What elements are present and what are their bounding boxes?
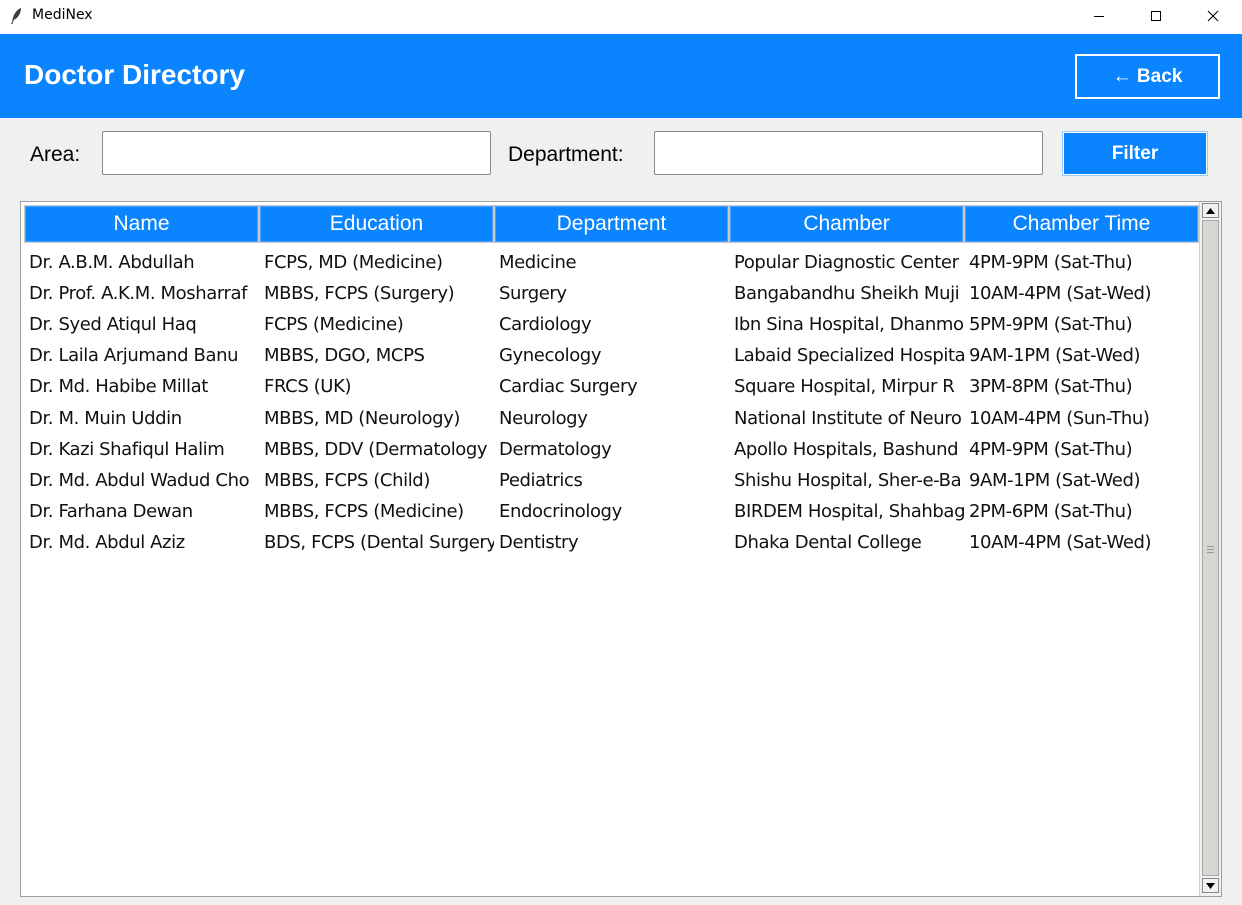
table-row[interactable]: Dr. Kazi Shafiqul Halim MBBS, DDV (Derma… bbox=[24, 434, 1199, 465]
department-label: Department: bbox=[508, 143, 624, 166]
department-input[interactable] bbox=[654, 131, 1043, 175]
table-row[interactable]: Dr. Laila Arjumand Banu MBBS, DGO, MCPS … bbox=[24, 340, 1199, 371]
minimize-button[interactable] bbox=[1070, 0, 1128, 32]
scroll-up-button[interactable] bbox=[1202, 203, 1219, 218]
cell-department: Cardiology bbox=[499, 314, 592, 336]
vertical-scrollbar[interactable] bbox=[1199, 202, 1221, 896]
column-header-chamber-time[interactable]: Chamber Time bbox=[964, 205, 1199, 243]
cell-department: Endocrinology bbox=[499, 500, 622, 522]
cell-chamber: Shishu Hospital, Sher-e-Ba bbox=[734, 469, 962, 491]
cell-chamber-time: 4PM-9PM (Sat-Thu) bbox=[969, 438, 1133, 460]
area-input[interactable] bbox=[102, 131, 491, 175]
column-header-department[interactable]: Department bbox=[494, 205, 729, 243]
column-header-name[interactable]: Name bbox=[24, 205, 259, 243]
header-bar: Doctor Directory ← Back bbox=[0, 34, 1242, 118]
cell-department: Medicine bbox=[499, 252, 577, 274]
cell-name: Dr. Laila Arjumand Banu bbox=[29, 345, 239, 367]
cell-department: Dentistry bbox=[499, 531, 579, 553]
cell-chamber-time: 10AM-4PM (Sun-Thu) bbox=[969, 407, 1150, 429]
cell-name: Dr. Syed Atiqul Haq bbox=[29, 314, 197, 336]
cell-chamber: Apollo Hospitals, Bashund bbox=[734, 438, 959, 460]
cell-name: Dr. A.B.M. Abdullah bbox=[29, 252, 195, 274]
cell-chamber-time: 9AM-1PM (Sat-Wed) bbox=[969, 345, 1141, 367]
cell-chamber-time: 10AM-4PM (Sat-Wed) bbox=[969, 283, 1152, 305]
cell-chamber-time: 2PM-6PM (Sat-Thu) bbox=[969, 500, 1133, 522]
cell-education: MBBS, FCPS (Surgery) bbox=[264, 283, 455, 305]
table-row[interactable]: Dr. Md. Habibe Millat FRCS (UK) Cardiac … bbox=[24, 371, 1199, 402]
cell-chamber-time: 9AM-1PM (Sat-Wed) bbox=[969, 469, 1141, 491]
cell-education: MBBS, FCPS (Medicine) bbox=[264, 500, 464, 522]
cell-chamber-time: 4PM-9PM (Sat-Thu) bbox=[969, 252, 1133, 274]
cell-education: MBBS, DDV (Dermatology bbox=[264, 438, 488, 460]
scrollbar-thumb[interactable] bbox=[1202, 220, 1219, 876]
cell-name: Dr. Md. Abdul Wadud Cho bbox=[29, 469, 250, 491]
cell-name: Dr. Farhana Dewan bbox=[29, 500, 193, 522]
cell-education: FCPS, MD (Medicine) bbox=[264, 252, 443, 274]
close-icon bbox=[1207, 10, 1219, 22]
cell-department: Neurology bbox=[499, 407, 588, 429]
cell-education: MBBS, FCPS (Child) bbox=[264, 469, 430, 491]
cell-chamber: Square Hospital, Mirpur R bbox=[734, 376, 955, 398]
cell-education: BDS, FCPS (Dental Surgery bbox=[264, 531, 494, 553]
cell-education: MBBS, DGO, MCPS bbox=[264, 345, 425, 367]
cell-department: Pediatrics bbox=[499, 469, 583, 491]
table-row[interactable]: Dr. Md. Abdul Aziz BDS, FCPS (Dental Sur… bbox=[24, 527, 1199, 558]
column-header-education[interactable]: Education bbox=[259, 205, 494, 243]
cell-education: FCPS (Medicine) bbox=[264, 314, 404, 336]
cell-name: Dr. Prof. A.K.M. Mosharraf bbox=[29, 283, 248, 305]
window-title: MediNex bbox=[32, 7, 93, 23]
table-header: Name Education Department Chamber Chambe… bbox=[24, 205, 1199, 243]
cell-chamber: Dhaka Dental College bbox=[734, 531, 922, 553]
cell-department: Surgery bbox=[499, 283, 567, 305]
cell-name: Dr. Md. Habibe Millat bbox=[29, 376, 208, 398]
doctor-table: Name Education Department Chamber Chambe… bbox=[20, 201, 1222, 897]
triangle-up-icon bbox=[1206, 207, 1215, 214]
table-body: Dr. A.B.M. Abdullah FCPS, MD (Medicine) … bbox=[24, 247, 1199, 558]
cell-chamber: National Institute of Neuro bbox=[734, 407, 962, 429]
cell-chamber: Bangabandhu Sheikh Muji bbox=[734, 283, 960, 305]
page-title: Doctor Directory bbox=[24, 59, 245, 90]
cell-department: Cardiac Surgery bbox=[499, 376, 638, 398]
minimize-icon bbox=[1094, 16, 1104, 17]
table-row[interactable]: Dr. M. Muin Uddin MBBS, MD (Neurology) N… bbox=[24, 402, 1199, 433]
triangle-down-icon bbox=[1206, 882, 1215, 889]
cell-chamber: Popular Diagnostic Center bbox=[734, 252, 959, 274]
cell-education: FRCS (UK) bbox=[264, 376, 352, 398]
table-row[interactable]: Dr. A.B.M. Abdullah FCPS, MD (Medicine) … bbox=[24, 247, 1199, 278]
window-titlebar: MediNex bbox=[0, 0, 1242, 34]
cell-chamber: Ibn Sina Hospital, Dhanmo bbox=[734, 314, 964, 336]
cell-name: Dr. Md. Abdul Aziz bbox=[29, 531, 185, 553]
cell-education: MBBS, MD (Neurology) bbox=[264, 407, 460, 429]
scroll-down-button[interactable] bbox=[1202, 878, 1219, 893]
feather-icon bbox=[11, 8, 21, 24]
table-row[interactable]: Dr. Farhana Dewan MBBS, FCPS (Medicine) … bbox=[24, 496, 1199, 527]
back-button[interactable]: ← Back bbox=[1075, 54, 1220, 99]
cell-department: Gynecology bbox=[499, 345, 602, 367]
column-header-chamber[interactable]: Chamber bbox=[729, 205, 964, 243]
cell-name: Dr. M. Muin Uddin bbox=[29, 407, 182, 429]
table-row[interactable]: Dr. Syed Atiqul Haq FCPS (Medicine) Card… bbox=[24, 309, 1199, 340]
cell-name: Dr. Kazi Shafiqul Halim bbox=[29, 438, 225, 460]
cell-chamber-time: 5PM-9PM (Sat-Thu) bbox=[969, 314, 1133, 336]
cell-chamber-time: 3PM-8PM (Sat-Thu) bbox=[969, 376, 1133, 398]
maximize-button[interactable] bbox=[1127, 0, 1185, 32]
table-row[interactable]: Dr. Md. Abdul Wadud Cho MBBS, FCPS (Chil… bbox=[24, 465, 1199, 496]
cell-department: Dermatology bbox=[499, 438, 612, 460]
close-button[interactable] bbox=[1184, 0, 1242, 32]
maximize-icon bbox=[1151, 11, 1161, 21]
grip-icon bbox=[1207, 546, 1214, 553]
area-label: Area: bbox=[30, 143, 81, 166]
filter-button[interactable]: Filter bbox=[1062, 131, 1208, 176]
cell-chamber: Labaid Specialized Hospita bbox=[734, 345, 964, 367]
table-row[interactable]: Dr. Prof. A.K.M. Mosharraf MBBS, FCPS (S… bbox=[24, 278, 1199, 309]
cell-chamber-time: 10AM-4PM (Sat-Wed) bbox=[969, 531, 1152, 553]
cell-chamber: BIRDEM Hospital, Shahbag bbox=[734, 500, 964, 522]
